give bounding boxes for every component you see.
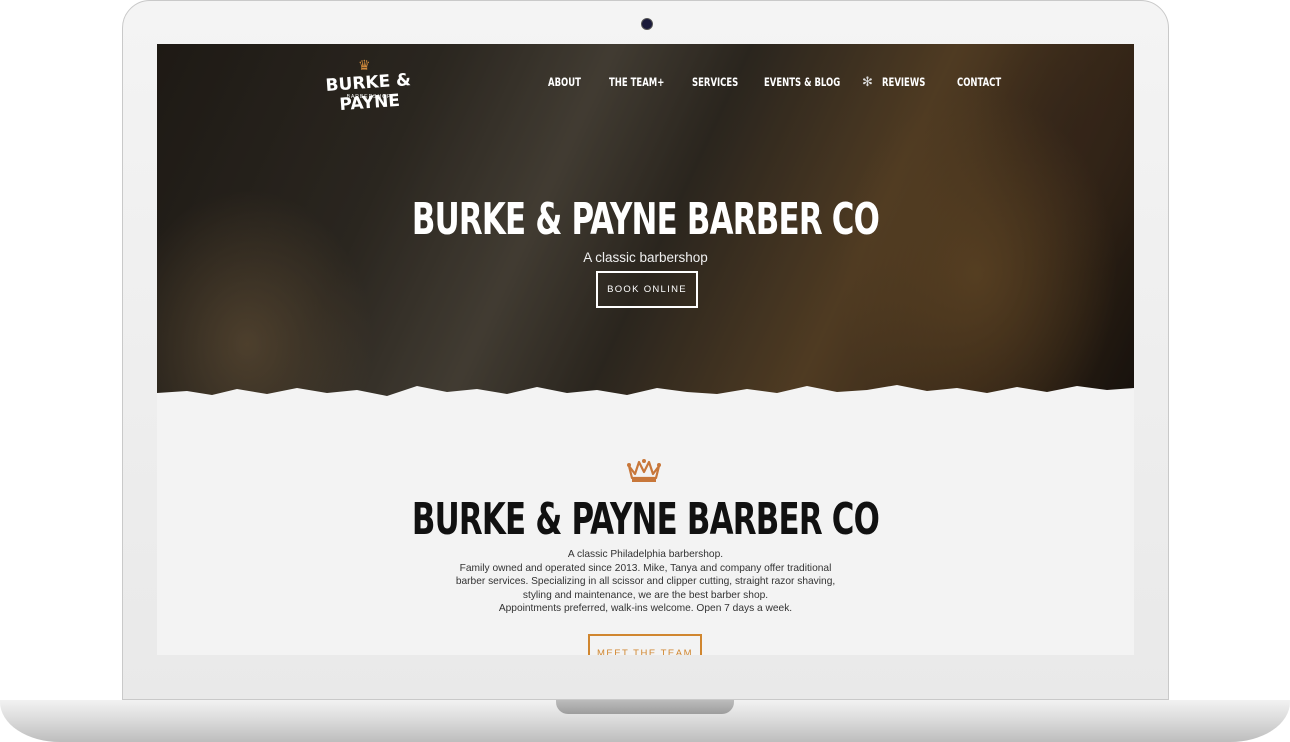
book-online-button[interactable]: BOOK ONLINE	[596, 271, 698, 308]
logo-crown-icon: ♛	[358, 57, 371, 73]
intro-line: styling and maintenance, we are the best…	[522, 589, 769, 601]
logo-subtext: BARBERSHOP	[346, 94, 392, 100]
intro-line: barber services. Specializing in all sci…	[455, 576, 836, 588]
intro-line: A classic Philadelphia barbershop.	[567, 549, 724, 560]
nav-item-about[interactable]: ABOUT	[548, 75, 581, 91]
nav-item-reviews[interactable]: REVIEWS	[882, 75, 925, 91]
intro-line: Appointments preferred, walk-ins welcome…	[498, 603, 793, 615]
webcam-icon	[641, 18, 653, 30]
website-screen: ♛ BURKE & PAYNE BARBERSHOP ABOUT THE TEA…	[157, 44, 1134, 655]
nav-item-team[interactable]: THE TEAM+	[609, 75, 664, 91]
hero-subtitle: A classic barbershop	[583, 250, 708, 265]
logo-text: BURKE & PAYNE	[325, 70, 412, 116]
nav-item-events-blog[interactable]: EVENTS & BLOG	[764, 75, 840, 91]
hero-title: BURKE & PAYNE BARBER CO	[411, 194, 880, 245]
intro-description: A classic Philadelphia barbershop. Famil…	[157, 548, 1134, 616]
intro-line: Family owned and operated since 2013. Mi…	[459, 562, 832, 574]
site-logo[interactable]: ♛ BURKE & PAYNE BARBERSHOP	[311, 57, 427, 115]
nav-item-services[interactable]: SERVICES	[692, 75, 738, 91]
crown-icon	[627, 459, 661, 482]
hero-section: ♛ BURKE & PAYNE BARBERSHOP ABOUT THE TEA…	[157, 44, 1134, 414]
torn-edge-divider	[157, 385, 1134, 414]
intro-title: BURKE & PAYNE BARBER CO	[411, 494, 880, 545]
yelp-icon: ✻	[862, 74, 873, 89]
laptop-notch	[556, 700, 734, 714]
meet-the-team-button[interactable]: MEET THE TEAM	[588, 634, 702, 655]
nav-item-contact[interactable]: CONTACT	[957, 75, 1001, 91]
